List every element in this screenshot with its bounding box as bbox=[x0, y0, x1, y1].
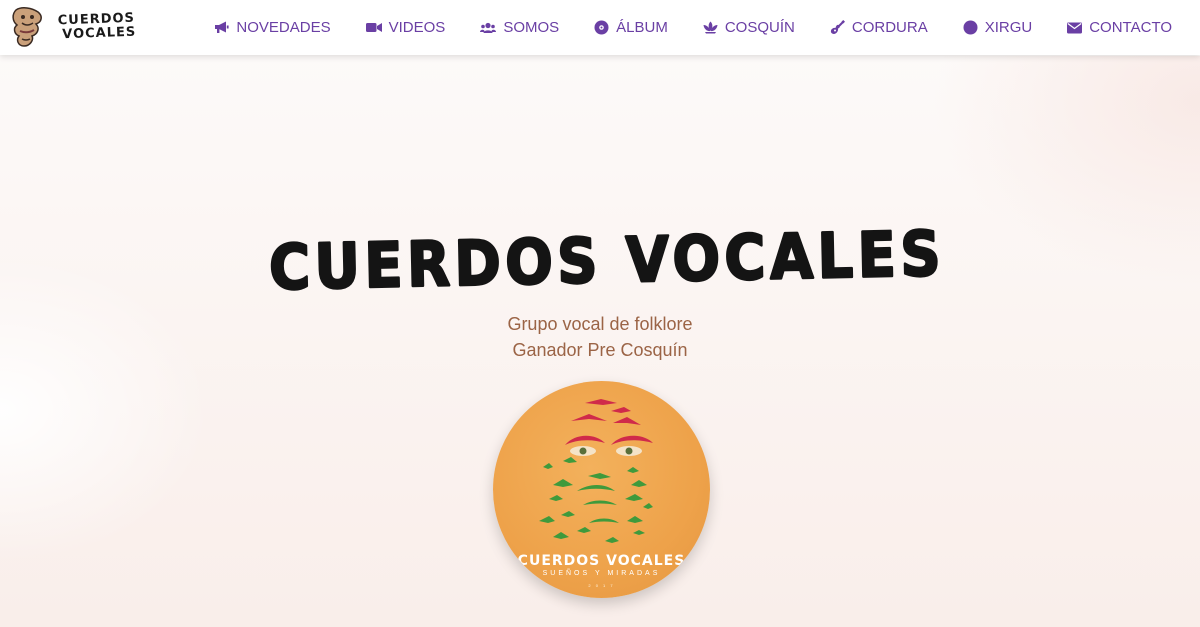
nav-item-label: CONTACTO bbox=[1089, 19, 1172, 36]
video-camera-icon bbox=[365, 23, 382, 32]
nav-item-xirgu[interactable]: XIRGU bbox=[963, 19, 1033, 36]
hero-title: CUERDOS VOCALES bbox=[267, 218, 947, 298]
red-birds bbox=[565, 399, 653, 445]
nav-item-videos[interactable]: VIDEOS bbox=[365, 19, 446, 36]
hero-subtitle: Grupo vocal de folklore Ganador Pre Cosq… bbox=[300, 311, 900, 363]
nav-item-contacto[interactable]: CONTACTO bbox=[1067, 19, 1172, 36]
nav-item-label: SOMOS bbox=[503, 19, 560, 36]
brand-line-2: VOCALES bbox=[61, 24, 137, 43]
nav-item-label: ÁLBUM bbox=[616, 19, 668, 36]
album-subtitle: SUEÑOS Y MIRADAS bbox=[542, 570, 661, 577]
nav-item-somos[interactable]: SOMOS bbox=[480, 19, 559, 36]
lotus-icon bbox=[703, 21, 718, 34]
left-iris bbox=[579, 447, 587, 455]
brand-wordmark: CUERDOS VOCALES bbox=[58, 11, 137, 43]
nav-item-novedades[interactable]: NOVEDADES bbox=[214, 19, 331, 36]
subtitle-line-2: Ganador Pre Cosquín bbox=[512, 340, 688, 360]
nav-item-cordura[interactable]: CORDURA bbox=[830, 19, 928, 36]
nav-item-label: NOVEDADES bbox=[236, 19, 331, 36]
circle-icon bbox=[963, 20, 978, 35]
envelope-icon bbox=[1067, 22, 1083, 33]
users-icon bbox=[480, 22, 497, 33]
nav-menu: NOVEDADES VIDEOS SOMOS ÁLBUM COSQUÍN COR… bbox=[214, 0, 1172, 55]
brand-logo-link[interactable]: CUERDOS VOCALES bbox=[8, 4, 138, 50]
guitar-icon bbox=[830, 20, 845, 34]
green-birds bbox=[539, 457, 653, 543]
album-year: 2 0 1 7 bbox=[588, 583, 615, 588]
album-cover[interactable]: CUERDOS VOCALES SUEÑOS Y MIRADAS 2 0 1 7 bbox=[493, 381, 710, 598]
nav-item-cosquin[interactable]: COSQUÍN bbox=[703, 19, 795, 36]
compact-disc-icon bbox=[594, 20, 609, 35]
hero-title-text: CUERDOS VOCALES bbox=[268, 218, 945, 298]
nav-item-label: VIDEOS bbox=[388, 19, 446, 36]
megaphone-icon bbox=[215, 21, 230, 33]
album-title: CUERDOS VOCALES bbox=[517, 553, 686, 569]
right-iris bbox=[625, 447, 633, 455]
brand-mark-icon bbox=[12, 7, 42, 47]
nav-item-label: COSQUÍN bbox=[724, 19, 795, 36]
top-navbar: CUERDOS VOCALES NOVEDADES VIDEOS SOMOS Á… bbox=[0, 0, 1200, 55]
nav-item-album[interactable]: ÁLBUM bbox=[594, 19, 668, 36]
nav-item-label: XIRGU bbox=[984, 19, 1033, 36]
subtitle-line-1: Grupo vocal de folklore bbox=[507, 314, 693, 334]
nav-item-label: CORDURA bbox=[851, 19, 928, 36]
